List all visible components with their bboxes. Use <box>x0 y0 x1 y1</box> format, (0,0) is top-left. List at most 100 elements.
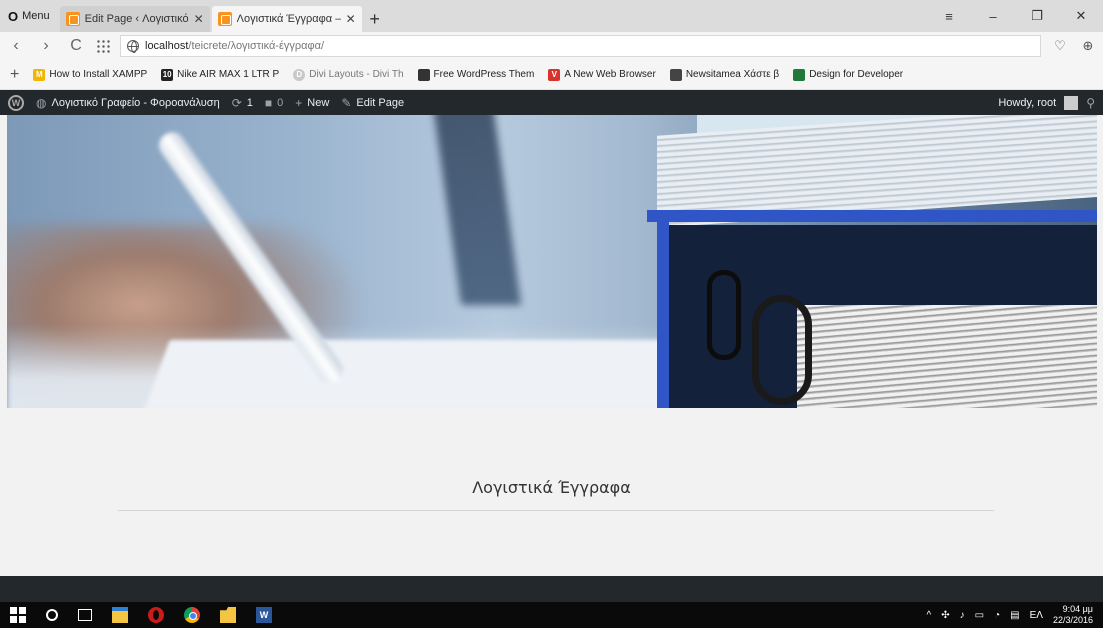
url-host: localhost <box>145 40 189 52</box>
search-icon[interactable] <box>46 609 58 621</box>
window-controls: ≡ – ❐ ✕ <box>927 0 1103 32</box>
bookmark-icon: D <box>293 68 306 81</box>
address-bar: ‹ › C localhost/teicrete/λογιστικά-έγγρα… <box>0 32 1103 60</box>
dashboard-icon: ◍ <box>36 95 47 110</box>
opera-menu-button[interactable]: O Menu <box>0 0 58 32</box>
bookmark-item[interactable]: 10 Nike AIR MAX 1 LTR P <box>161 68 280 81</box>
bookmark-item[interactable]: V A New Web Browser <box>548 68 656 81</box>
close-window-button[interactable]: ✕ <box>1059 8 1103 24</box>
chrome-icon[interactable] <box>184 607 200 623</box>
bookmark-item[interactable]: Free WordPress Them <box>417 68 535 81</box>
tie-shape <box>432 115 522 305</box>
xampp-favicon-icon <box>217 12 232 26</box>
vivaldi-icon: V <box>548 68 561 81</box>
new-tab-button[interactable]: + <box>362 6 388 32</box>
bookmark-label: How to Install XAMPP <box>49 69 148 80</box>
comment-icon: ■ <box>264 95 273 110</box>
edit-page-link[interactable]: ✎ Edit Page <box>341 96 404 110</box>
xampp-favicon-icon <box>65 12 80 26</box>
bookmark-icon: 10 <box>161 68 174 81</box>
site-name-link[interactable]: ◍ Λογιστικό Γραφείο - Φοροανάλυση <box>36 96 220 110</box>
tab-close-icon[interactable]: ✕ <box>194 12 204 26</box>
heart-icon[interactable]: ♡ <box>1051 38 1069 54</box>
edit-page-label: Edit Page <box>356 96 405 109</box>
paper-shape <box>144 340 690 408</box>
volume-icon[interactable]: ♪ <box>960 610 965 621</box>
bookmark-item[interactable]: Newsitamea Χάστε β <box>669 68 779 81</box>
title-divider <box>118 510 994 511</box>
tab-menu-icon[interactable]: ≡ <box>927 9 971 24</box>
bookmark-item[interactable]: Design for Developer <box>793 68 904 81</box>
avatar[interactable] <box>1064 95 1079 110</box>
url-path: /teicrete/λογιστικά-έγγραφα/ <box>188 40 325 52</box>
windows-start-icon[interactable] <box>10 607 26 623</box>
binder-ring-shape <box>752 295 812 405</box>
folder-icon[interactable] <box>220 607 236 623</box>
forward-button[interactable]: › <box>36 37 56 55</box>
minimize-button[interactable]: – <box>971 9 1015 24</box>
updates-count: 1 <box>246 96 253 109</box>
language-indicator[interactable]: ΕΛ <box>1030 610 1043 621</box>
wordpress-logo-icon[interactable]: W <box>8 94 24 111</box>
document-icon <box>417 68 430 81</box>
updates-link[interactable]: ⟳ 1 <box>232 96 253 110</box>
tab-logistika-eggrafa[interactable]: Λογιστικά Έγγραφα – Λογ ✕ <box>211 6 362 32</box>
comments-link[interactable]: ■ 0 <box>265 96 283 110</box>
howdy-user[interactable]: Howdy, root <box>998 97 1056 109</box>
new-content-link[interactable]: + New <box>295 96 329 110</box>
system-tray: ^ ✣ ♪ ▭ ◔ ▤ ΕΛ 9:04 μμ 22/3/2016 <box>927 604 1093 626</box>
menu-label: Menu <box>22 10 50 22</box>
bookmark-label: Divi Layouts - Divi Th <box>309 69 404 80</box>
new-label: New <box>307 96 330 109</box>
tab-label: Edit Page ‹ Λογιστικό Γραφ <box>84 13 189 25</box>
page-content: Λογιστικά Έγγραφα <box>0 408 1103 576</box>
updates-icon: ⟳ <box>231 95 242 110</box>
url-field[interactable]: localhost/teicrete/λογιστικά-έγγραφα/ <box>120 35 1041 57</box>
pencil-icon: ✎ <box>341 95 352 110</box>
clock[interactable]: 9:04 μμ 22/3/2016 <box>1053 604 1093 626</box>
plus-icon: + <box>295 95 303 110</box>
speed-dial-icon[interactable] <box>96 39 110 53</box>
maximize-button[interactable]: ❐ <box>1015 8 1059 24</box>
hero-image <box>7 115 1097 408</box>
bookmark-item[interactable]: D Divi Layouts - Divi Th <box>293 68 404 81</box>
tab-edit-page[interactable]: Edit Page ‹ Λογιστικό Γραφ ✕ <box>59 6 210 32</box>
admin-bar-right: Howdy, root ⚲ <box>998 95 1095 110</box>
globe-icon <box>127 40 139 53</box>
bookmarks-bar: + M How to Install XAMPP 10 Nike AIR MAX… <box>0 60 1103 90</box>
bookmark-icon <box>793 68 806 81</box>
clock-time: 9:04 μμ <box>1062 604 1093 614</box>
search-icon[interactable]: ⚲ <box>1086 96 1095 110</box>
download-icon[interactable]: ⊕ <box>1079 38 1097 54</box>
clock-date: 22/3/2016 <box>1052 615 1093 625</box>
bookmark-label: Free WordPress Them <box>433 69 535 80</box>
windows-taskbar: W ^ ✣ ♪ ▭ ◔ ▤ ΕΛ 9:04 μμ 22/3/2016 <box>0 602 1103 628</box>
network-icon[interactable]: ✣ <box>941 610 949 621</box>
tab-label: Λογιστικά Έγγραφα – Λογ <box>236 13 341 25</box>
add-bookmark-button[interactable]: + <box>10 66 19 84</box>
page-footer <box>0 576 1103 602</box>
tab-close-icon[interactable]: ✕ <box>346 12 356 26</box>
paper-stack-shape <box>797 305 1097 408</box>
file-explorer-icon[interactable] <box>112 607 128 623</box>
comments-count: 0 <box>277 96 284 109</box>
binder-ring-shape <box>707 270 741 360</box>
notification-icon[interactable]: ▤ <box>1010 610 1019 621</box>
chevron-up-icon[interactable]: ^ <box>927 610 932 621</box>
binder-spine-shape <box>657 210 669 408</box>
home-icon <box>669 68 682 81</box>
opera-icon[interactable] <box>148 607 164 623</box>
bookmark-item[interactable]: M How to Install XAMPP <box>33 68 148 81</box>
browser-tab-bar: O Menu Edit Page ‹ Λογιστικό Γραφ ✕ Λογι… <box>0 0 1103 32</box>
word-icon[interactable]: W <box>256 607 272 623</box>
bookmark-label: Design for Developer <box>809 69 904 80</box>
site-name: Λογιστικό Γραφείο - Φοροανάλυση <box>51 96 220 109</box>
bookmark-label: Nike AIR MAX 1 LTR P <box>177 69 280 80</box>
task-view-icon[interactable] <box>78 609 92 621</box>
back-button[interactable]: ‹ <box>6 37 26 55</box>
reload-button[interactable]: C <box>66 37 86 55</box>
battery-icon[interactable]: ▭ <box>975 610 984 621</box>
binder-edge-shape <box>647 210 1097 222</box>
wifi-icon[interactable]: ◔ <box>994 610 1000 621</box>
wp-admin-bar: W ◍ Λογιστικό Γραφείο - Φοροανάλυση ⟳ 1 … <box>0 90 1103 115</box>
